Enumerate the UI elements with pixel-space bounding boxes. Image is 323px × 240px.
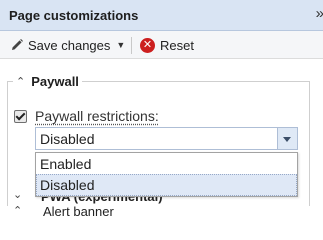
reset-button[interactable]: ✕ Reset xyxy=(140,35,194,55)
option-enabled-label: Enabled xyxy=(40,156,92,172)
paywall-restrictions-label[interactable]: Paywall restrictions: xyxy=(35,108,159,124)
paywall-restrictions-row: Paywall restrictions: xyxy=(14,108,159,124)
paywall-restrictions-checkbox[interactable] xyxy=(14,109,27,123)
dropdown-arrow-icon[interactable] xyxy=(277,128,297,149)
toolbar-separator xyxy=(131,37,132,54)
reset-label: Reset xyxy=(160,37,194,53)
dropdown-list: Enabled Disabled xyxy=(35,152,298,197)
option-disabled[interactable]: Disabled xyxy=(36,174,297,196)
panel-header: Page customizations » xyxy=(0,0,323,31)
remove-icon: ✕ xyxy=(140,37,155,53)
option-enabled[interactable]: Enabled xyxy=(36,153,297,174)
panel-title: Page customizations xyxy=(9,8,139,23)
expand-section-icon[interactable]: ⌄ xyxy=(13,188,22,201)
collapse-panel-icon[interactable]: » xyxy=(316,5,323,22)
option-disabled-label: Disabled xyxy=(40,177,95,193)
paywall-restrictions-select[interactable]: Disabled xyxy=(35,127,298,150)
save-changes-button[interactable]: Save changes ▼ xyxy=(10,35,125,55)
paywall-legend: ⌃ Paywall xyxy=(13,73,82,89)
chevron-down-icon: ▼ xyxy=(116,40,126,50)
alert-banner-label: Alert banner xyxy=(43,204,114,219)
paywall-legend-label: Paywall xyxy=(31,73,79,89)
collapse-section-icon[interactable]: ⌃ xyxy=(16,75,25,88)
pencil-icon xyxy=(12,39,23,50)
toolbar: Save changes ▼ ✕ Reset xyxy=(0,31,323,59)
section-toggle-icon[interactable]: ⌃ xyxy=(13,204,22,217)
select-value: Disabled xyxy=(40,131,95,147)
save-changes-label: Save changes xyxy=(28,37,111,53)
